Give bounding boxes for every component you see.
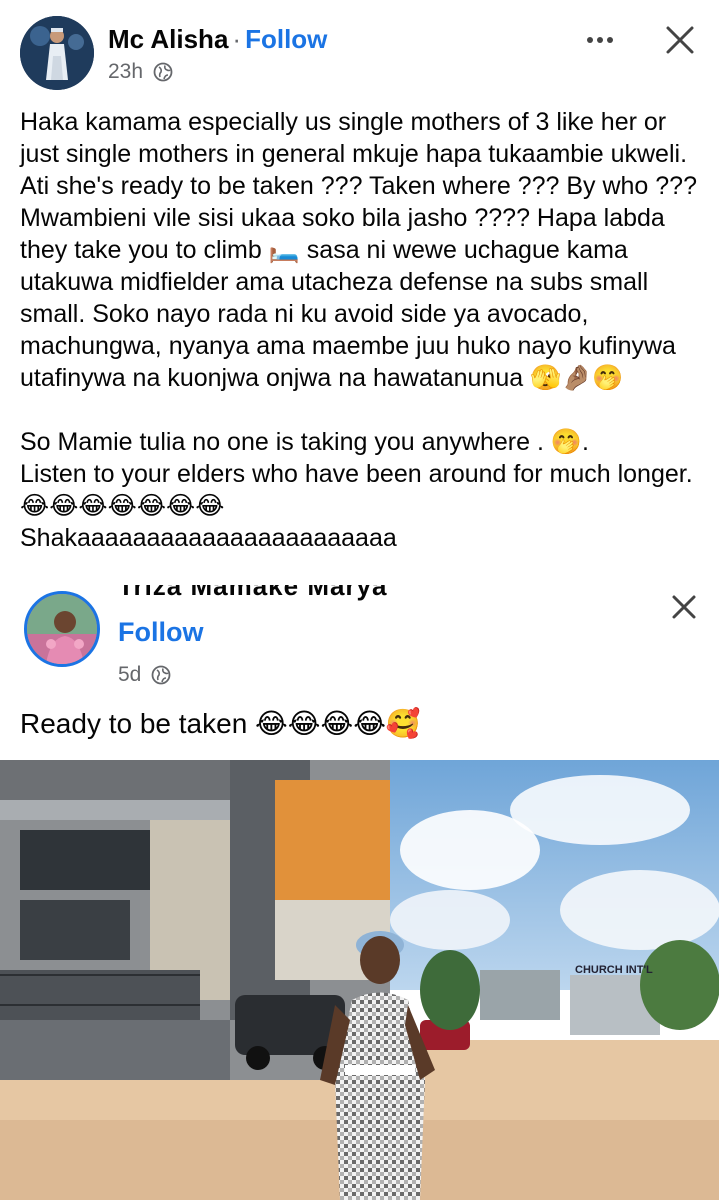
shared-post-meta: 5d: [118, 663, 171, 687]
author-name[interactable]: Mc Alisha: [108, 24, 228, 54]
shared-post-time[interactable]: 5d: [118, 663, 141, 687]
globe-icon: [153, 62, 173, 82]
author-avatar[interactable]: [20, 16, 94, 90]
shared-photo[interactable]: CHURCH INT'L: [0, 760, 719, 1200]
globe-icon: [151, 665, 171, 685]
post-meta: 23h: [108, 60, 173, 84]
shared-avatar-image: [27, 594, 97, 664]
shared-follow-button[interactable]: Follow: [118, 617, 203, 648]
screenshot: Mc Alisha · Follow 23h Haka kamama especia…: [0, 0, 719, 1200]
close-icon[interactable]: [660, 20, 700, 60]
shared-caption: Ready to be taken 😂😂😂😂🥰: [20, 708, 421, 739]
church-sign: CHURCH INT'L: [575, 964, 653, 976]
post-body: Haka kamama especially us single mothers…: [20, 106, 710, 554]
post-header: Mc Alisha · Follow 23h: [0, 0, 719, 100]
post-paragraph-2: So Mamie tulia no one is taking you anyw…: [20, 428, 693, 552]
shared-close-icon[interactable]: [664, 593, 704, 623]
name-separator: ·: [232, 24, 242, 54]
author-line: Mc Alisha · Follow: [108, 24, 327, 55]
more-options-icon[interactable]: [580, 20, 620, 60]
shared-author-avatar[interactable]: [24, 591, 100, 667]
shared-author-name[interactable]: Triza Mamake Marya: [118, 585, 387, 602]
avatar-image: [20, 16, 94, 90]
follow-button[interactable]: Follow: [245, 24, 327, 54]
post-paragraph-1: Haka kamama especially us single mothers…: [20, 108, 697, 392]
post-time[interactable]: 23h: [108, 60, 143, 84]
shared-post[interactable]: Triza Mamake Marya Follow 5d Ready to be…: [0, 585, 719, 1200]
